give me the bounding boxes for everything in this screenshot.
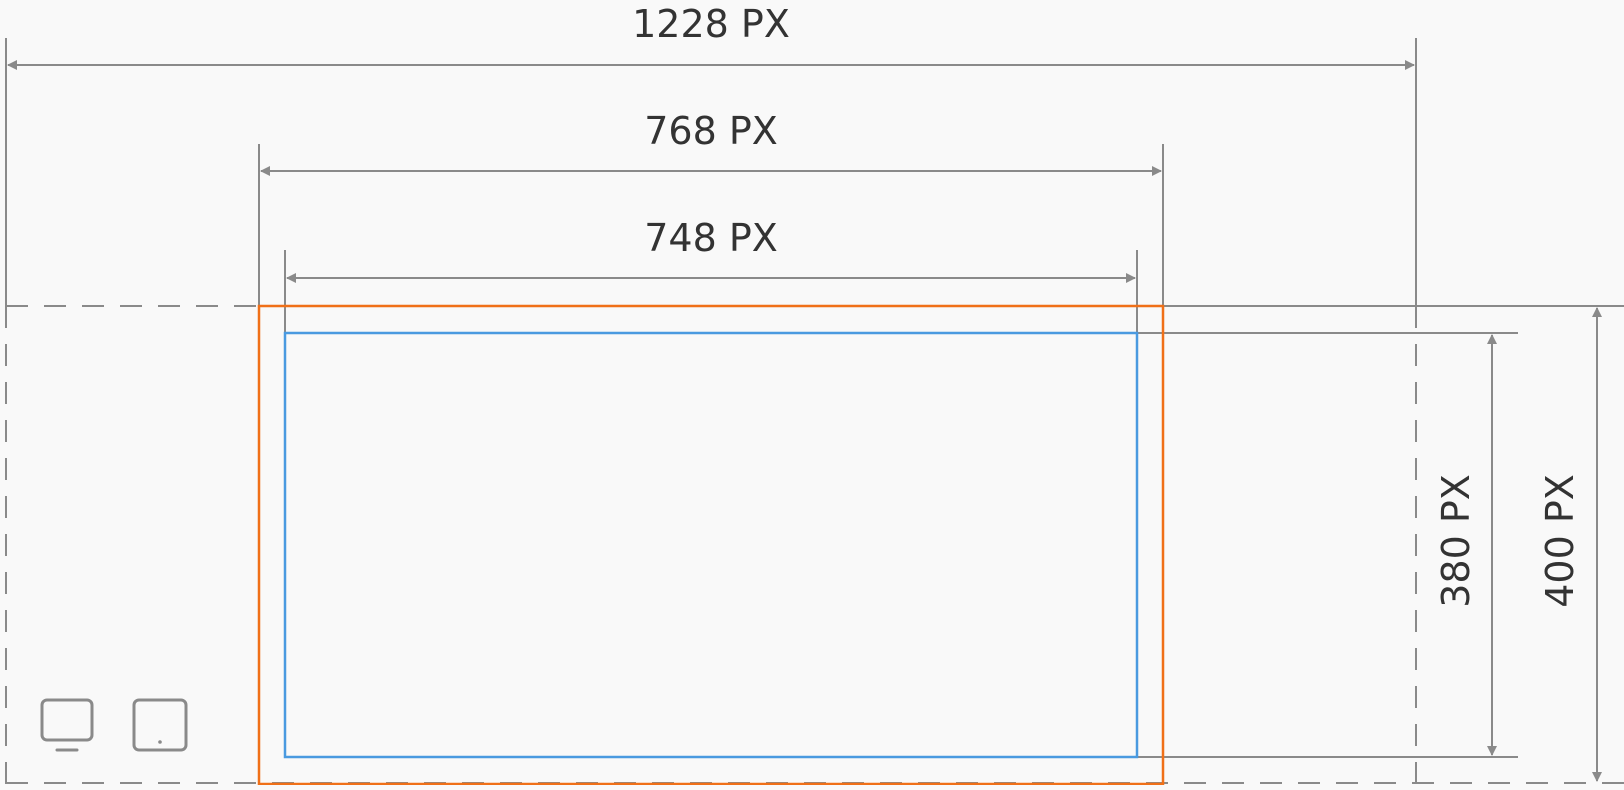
monitor-icon[interactable] [40, 698, 94, 752]
content-outline [283, 331, 1139, 759]
viewport-guides [5, 305, 1624, 785]
container-outline [257, 304, 1165, 786]
tablet-icon[interactable] [132, 698, 188, 752]
layout-dimension-diagram: 1228 PX 768 PX 748 PX 380 PX 400 PX [0, 0, 1624, 786]
dimension-arrows [7, 60, 1602, 782]
outer-width-label: 1228 PX [632, 2, 790, 46]
content-width-label: 748 PX [644, 216, 778, 260]
container-width-label: 768 PX [644, 109, 778, 153]
container-height-label: 400 PX [1538, 474, 1582, 608]
diagram-canvas: 1228 PX 768 PX 748 PX 380 PX 400 PX [5, 2, 1624, 786]
content-height-label: 380 PX [1434, 474, 1478, 608]
extension-lines [5, 38, 1624, 758]
